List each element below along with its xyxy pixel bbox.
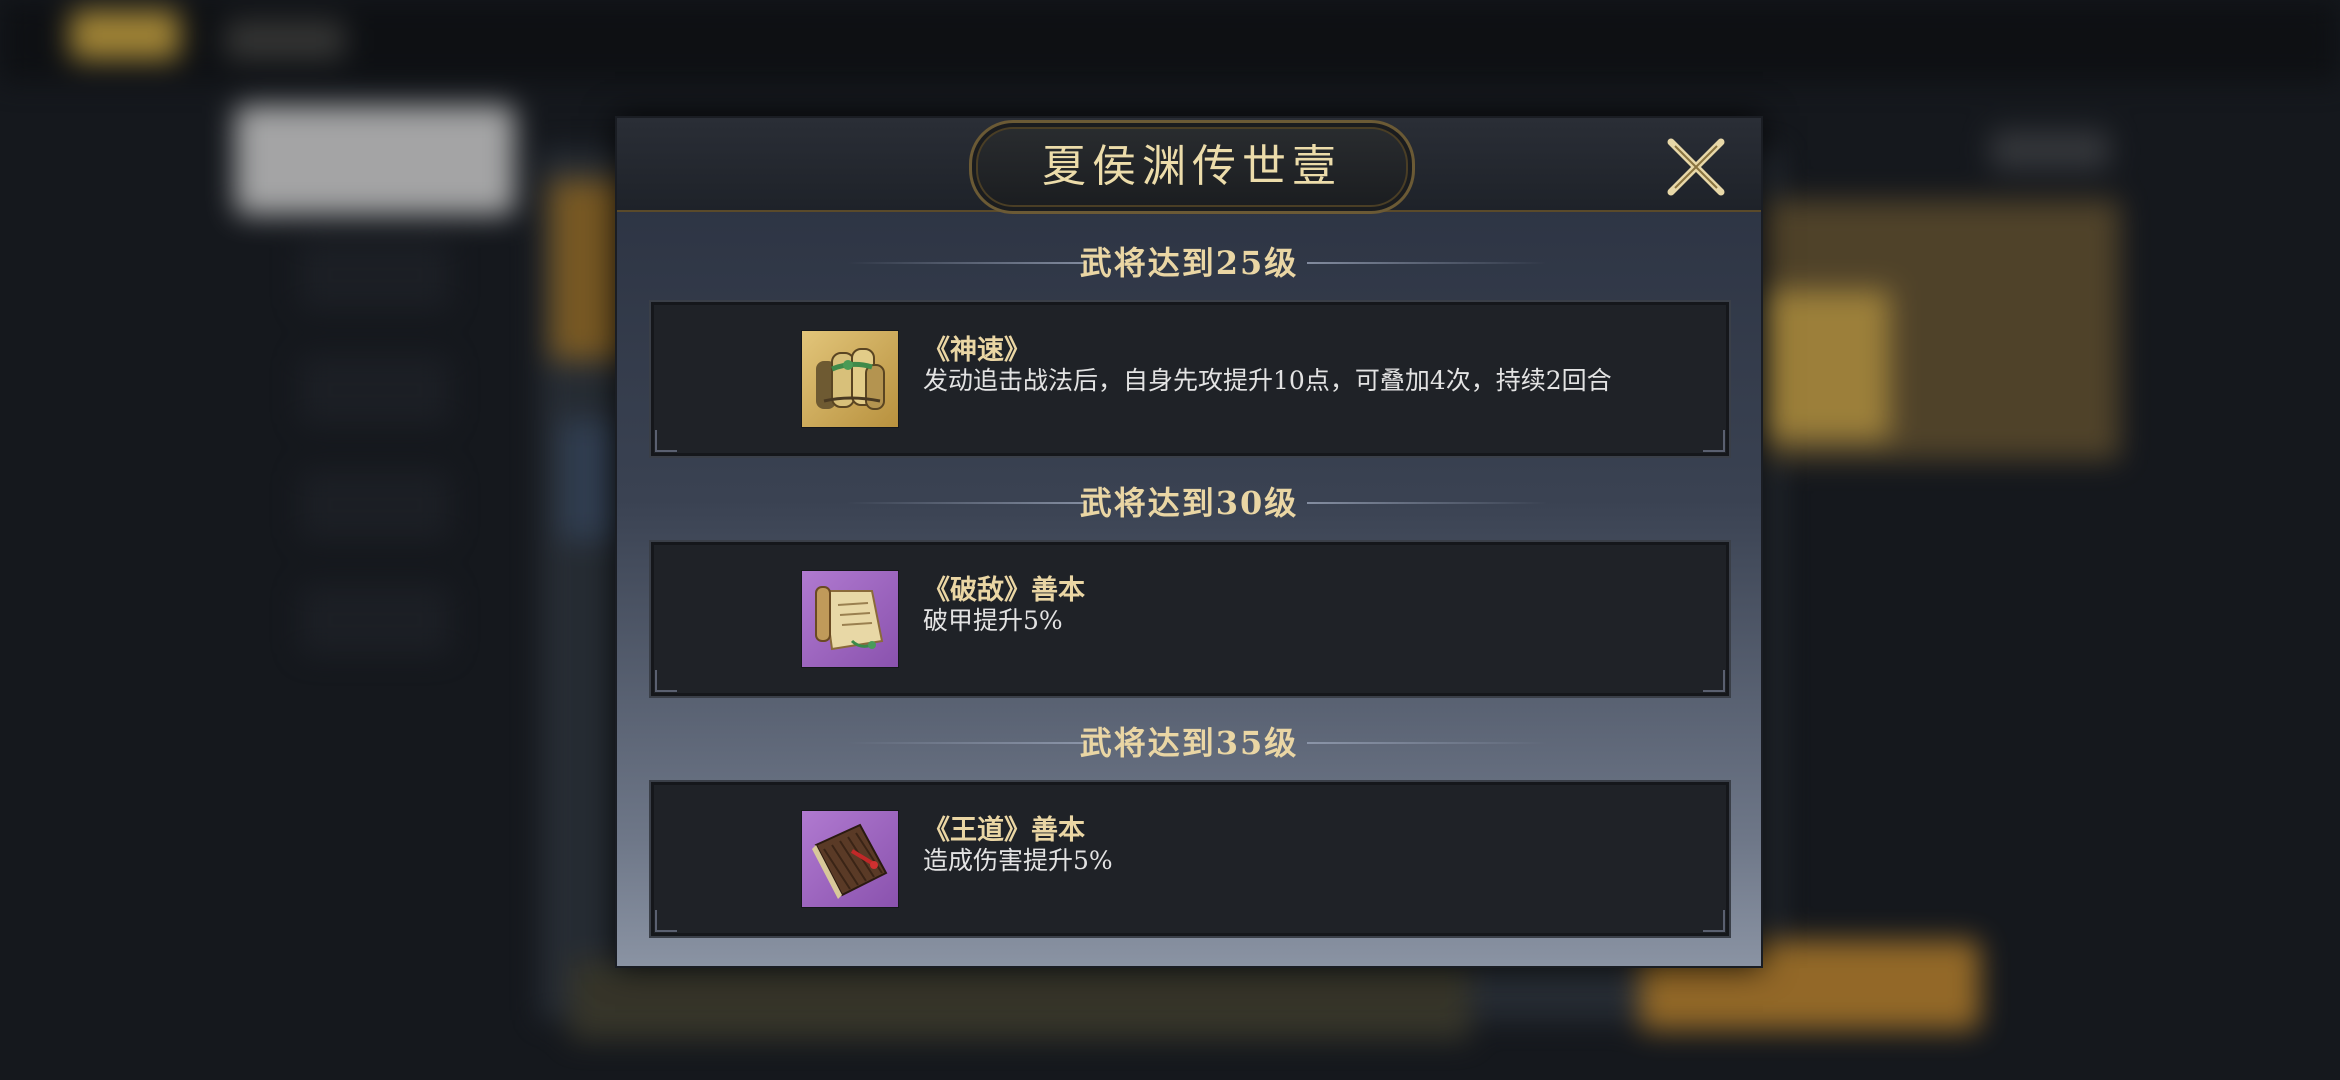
background-bottom-row [570,960,1470,1040]
reward-card: 《王道》善本 造成伤害提升5% [649,780,1731,938]
item-description: 破甲提升5% [923,606,1063,635]
background-nav-item [300,585,450,655]
close-button[interactable] [1665,136,1727,198]
item-name: 《神速》 [923,335,1031,366]
modal-header: 夏侯渊传世壹 [617,118,1761,214]
background-nav-item [300,240,450,310]
requirement-text: 武将达到35级 [1079,724,1299,762]
item-description: 发动追击战法后，自身先攻提升10点，可叠加4次，持续2回合 [923,366,1612,395]
scroll-bundle-icon[interactable] [801,330,899,428]
background-hero-portrait [1760,290,1890,440]
background-nav-item [300,470,450,540]
background-selected-tab [235,105,515,215]
reward-card: 《神速》 发动追击战法后，自身先攻提升10点，可叠加4次，持续2回合 [649,300,1731,458]
bamboo-book-icon[interactable] [801,810,899,908]
open-scroll-icon[interactable] [801,570,899,668]
background-card [560,420,620,540]
background-top-button [1990,130,2110,170]
close-icon [1667,138,1725,196]
requirement-heading: 武将达到25级 [617,238,1761,288]
title-plate: 夏侯渊传世壹 [969,120,1415,214]
reward-card: 《破敌》善本 破甲提升5% [649,540,1731,698]
background-top-bar [0,0,2340,82]
requirement-heading: 武将达到35级 [617,718,1761,768]
modal-title: 夏侯渊传世壹 [1042,141,1342,192]
item-description: 造成伤害提升5% [923,846,1113,875]
background-nav-item [300,355,450,425]
item-name: 《破敌》善本 [923,575,1085,606]
reward-modal: 夏侯渊传世壹 武将达到25级 《神速》 发动追击战法后，自身先攻提升10点，可叠… [615,116,1763,968]
item-name: 《王道》善本 [923,815,1085,846]
requirement-heading: 武将达到30级 [617,478,1761,528]
requirement-text: 武将达到25级 [1079,244,1299,282]
requirement-text: 武将达到30级 [1079,484,1299,522]
